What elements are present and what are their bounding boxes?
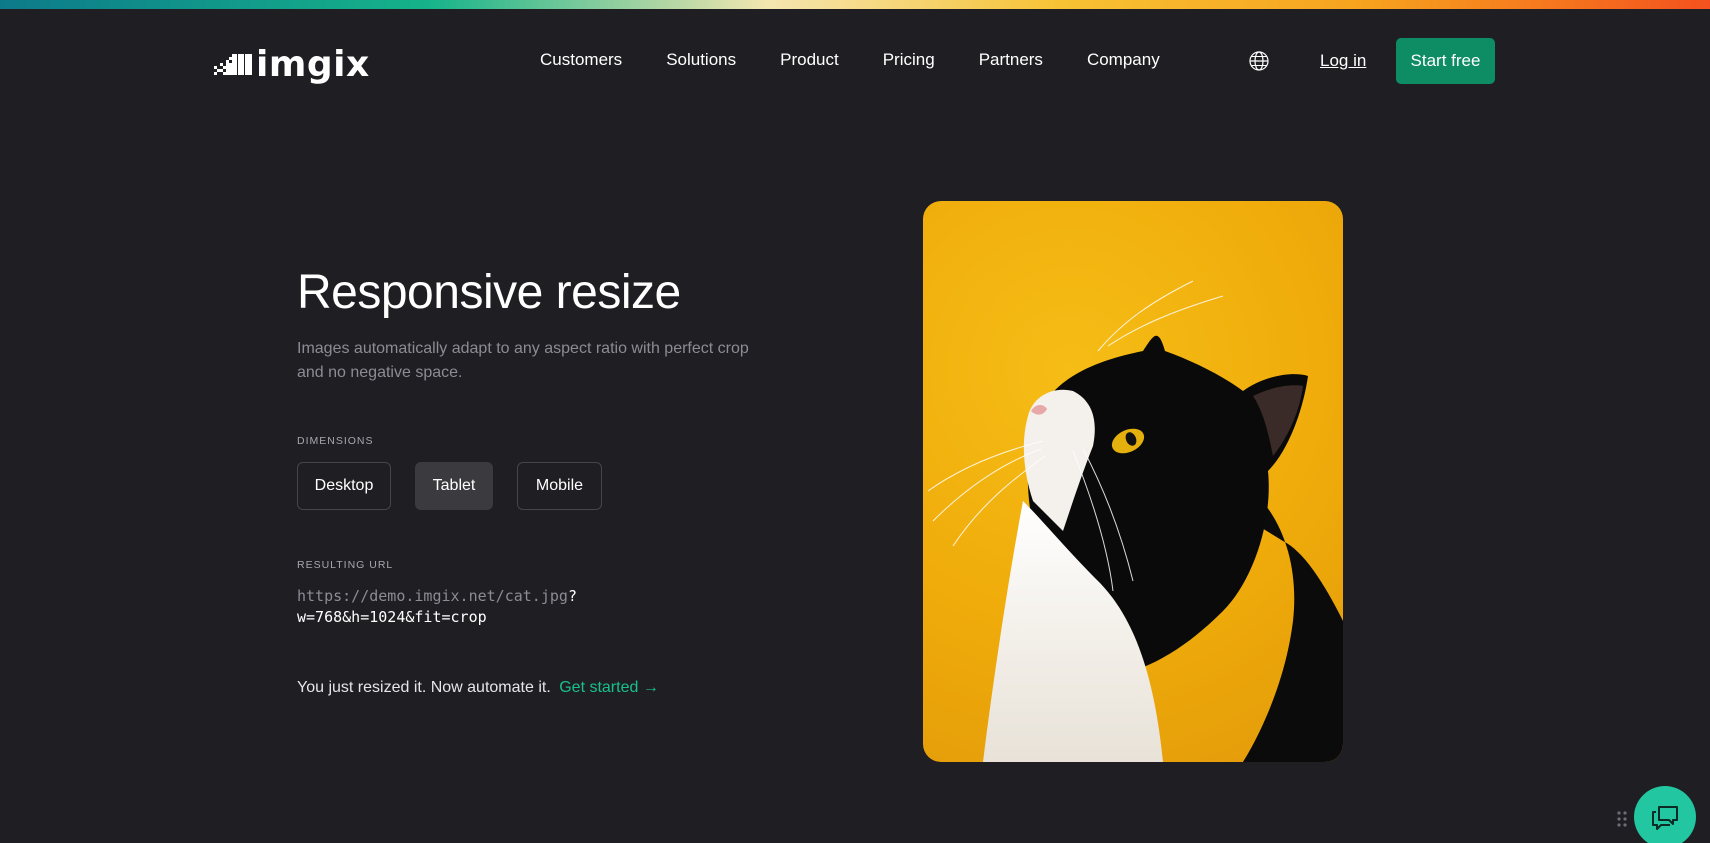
nav-item-partners[interactable]: Partners bbox=[979, 49, 1043, 71]
url-base: https://demo.imgix.net/cat.jpg bbox=[297, 587, 568, 605]
nav-item-company[interactable]: Company bbox=[1087, 49, 1160, 71]
cat-photo bbox=[923, 201, 1343, 762]
main-nav: Customers Solutions Product Pricing Part… bbox=[540, 49, 1160, 71]
nav-item-solutions[interactable]: Solutions bbox=[666, 49, 736, 71]
tablet-button[interactable]: Tablet bbox=[415, 462, 493, 510]
gradient-top-bar bbox=[0, 0, 1710, 9]
drag-dots-icon[interactable] bbox=[1616, 810, 1628, 828]
site-header: imgix Customers Solutions Product Pricin… bbox=[0, 9, 1710, 113]
get-started-link[interactable]: Get started → bbox=[559, 679, 659, 696]
cta-text: You just resized it. Now automate it. bbox=[297, 679, 551, 696]
nav-item-product[interactable]: Product bbox=[780, 49, 839, 71]
start-free-button[interactable]: Start free bbox=[1396, 38, 1495, 84]
mobile-button[interactable]: Mobile bbox=[517, 462, 602, 510]
nav-item-pricing[interactable]: Pricing bbox=[883, 49, 935, 71]
globe-icon[interactable] bbox=[1248, 50, 1270, 72]
imgix-logo[interactable]: imgix bbox=[214, 47, 370, 83]
nav-item-customers[interactable]: Customers bbox=[540, 49, 622, 71]
desktop-button[interactable]: Desktop bbox=[297, 462, 391, 510]
cat-illustration bbox=[927, 280, 1343, 762]
cta-line: You just resized it. Now automate it. Ge… bbox=[297, 677, 659, 699]
logo-wordmark: imgix bbox=[256, 44, 370, 85]
chat-bubbles-icon bbox=[1652, 806, 1678, 830]
page-title: Responsive resize bbox=[297, 266, 681, 319]
resulting-url: https://demo.imgix.net/cat.jpg? w=768&h=… bbox=[297, 586, 577, 628]
url-query: w=768&h=1024&fit=crop bbox=[297, 608, 487, 626]
login-link[interactable]: Log in bbox=[1320, 50, 1366, 72]
url-query-mark: ? bbox=[567, 587, 577, 605]
hero-subtitle: Images automatically adapt to any aspect… bbox=[297, 340, 749, 381]
dimension-selector: Desktop Tablet Mobile bbox=[297, 462, 602, 510]
chat-button[interactable] bbox=[1634, 786, 1696, 843]
logo-mark-icon bbox=[214, 54, 252, 75]
resulting-url-label: RESULTING URL bbox=[297, 559, 394, 571]
dimensions-label: DIMENSIONS bbox=[297, 435, 374, 447]
